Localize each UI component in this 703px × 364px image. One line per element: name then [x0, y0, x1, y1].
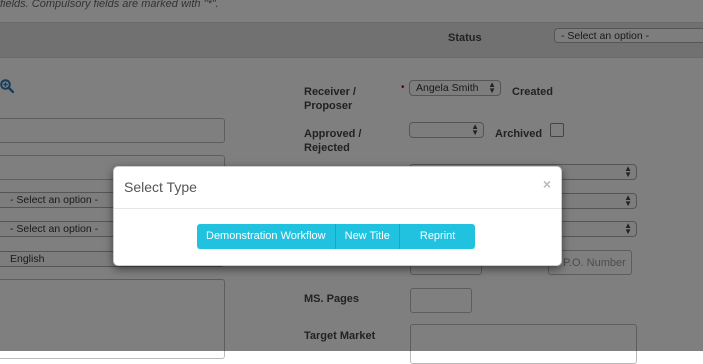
type-button-group: Demonstration Workflow New Title Reprint — [197, 224, 476, 249]
close-icon[interactable]: × — [543, 176, 551, 192]
select-type-modal: Select Type × Demonstration Workflow New… — [113, 166, 562, 266]
demonstration-workflow-button[interactable]: Demonstration Workflow — [197, 224, 336, 249]
new-title-button[interactable]: New Title — [335, 224, 400, 249]
modal-title: Select Type — [124, 179, 197, 195]
reprint-button[interactable]: Reprint — [399, 224, 476, 249]
modal-divider — [114, 208, 561, 209]
